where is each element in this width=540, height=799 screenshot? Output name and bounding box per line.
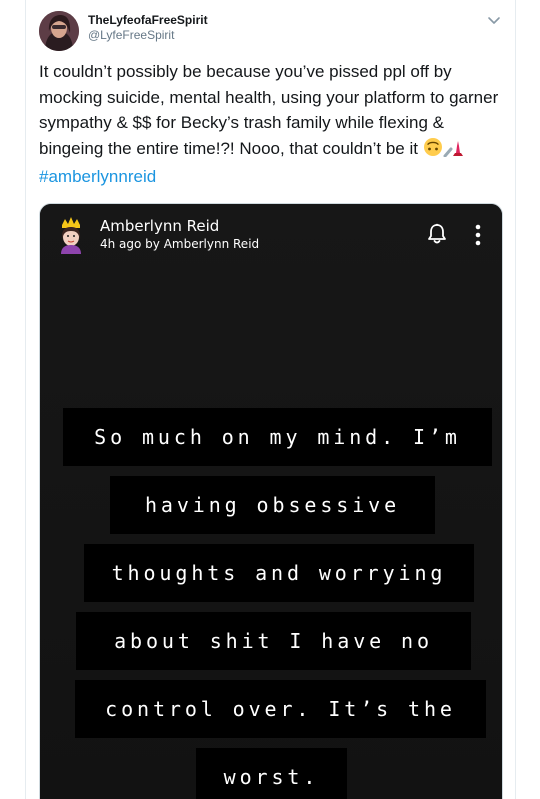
chevron-down-icon[interactable] <box>487 14 501 26</box>
tweet-card[interactable]: TheLyfeofaFreeSpirit @LyfeFreeSpirit It … <box>25 0 516 799</box>
crowned-avatar-icon <box>56 216 86 254</box>
user-avatar[interactable] <box>39 11 79 51</box>
nail-polish-icon <box>443 137 467 165</box>
hashtag-link[interactable]: #amberlynnreid <box>39 167 156 186</box>
more-options-icon[interactable] <box>473 224 483 246</box>
tweet-text: It couldn’t possibly be because you’ve p… <box>39 59 507 190</box>
caption-line: worst. <box>196 748 347 799</box>
bell-icon[interactable] <box>426 223 448 245</box>
story-timestamp: 4h ago by Amberlynn Reid <box>100 237 260 251</box>
caption-line: So much on my mind. I’m <box>63 408 492 466</box>
upside-down-face-icon <box>423 137 443 165</box>
user-handle[interactable]: @LyfeFreeSpirit <box>88 28 208 43</box>
caption-line: control over. It’s the <box>75 680 486 738</box>
caption-line: about shit I have no <box>76 612 471 670</box>
caption-line: having obsessive <box>110 476 435 534</box>
story-screenshot-media[interactable]: Amberlynn Reid 4h ago by Amberlynn Reid … <box>39 203 503 799</box>
story-author-name: Amberlynn Reid <box>100 217 220 235</box>
caption-line: thoughts and worrying <box>84 544 474 602</box>
display-name[interactable]: TheLyfeofaFreeSpirit <box>88 13 208 28</box>
